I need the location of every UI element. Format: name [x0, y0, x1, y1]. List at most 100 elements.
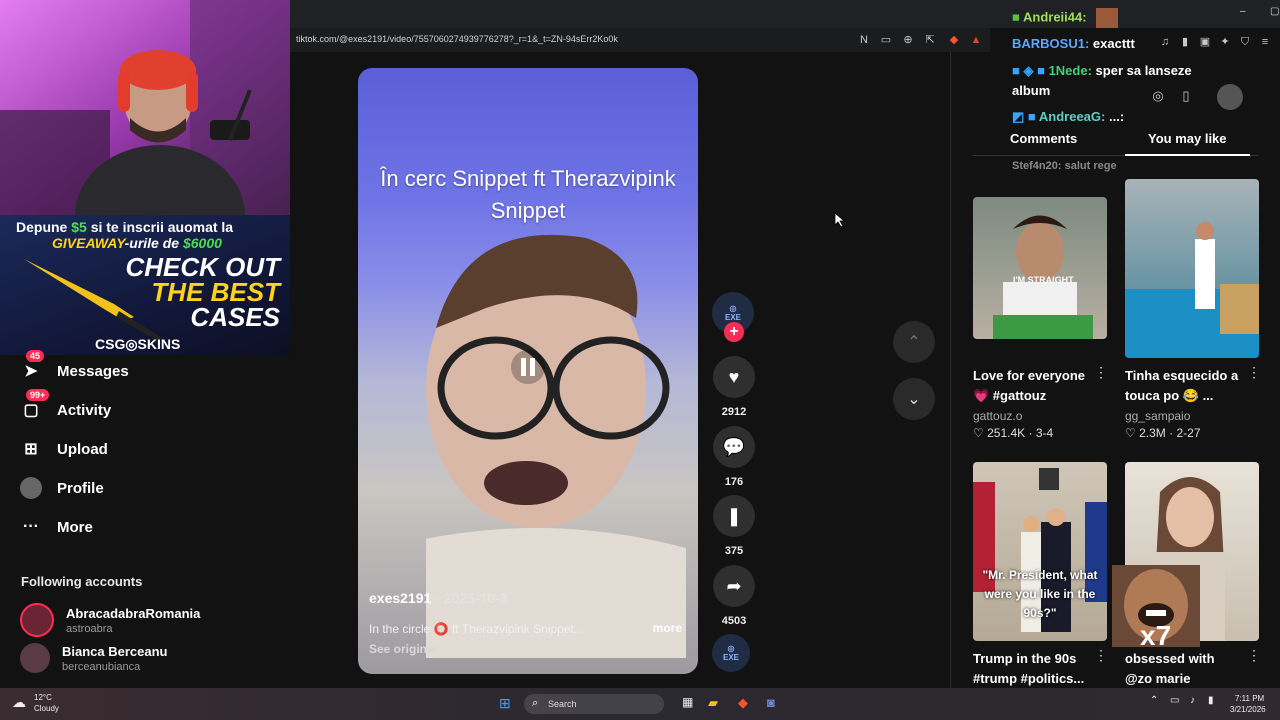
- video-thumbnail-image: [993, 215, 1093, 339]
- volume-icon[interactable]: ♪: [1190, 695, 1195, 706]
- more-options-icon[interactable]: ⋮: [1247, 647, 1261, 664]
- thumbnail-overlay-text: I'M STRAIGHT: [1013, 275, 1074, 285]
- bookmark-icon[interactable]: ❚: [713, 495, 755, 537]
- share-arrow-icon[interactable]: ➦: [713, 565, 755, 607]
- video-card-title[interactable]: Love for everyone 💗 #gattouz: [973, 366, 1093, 406]
- video-card-user[interactable]: gattouz.o: [973, 409, 1022, 423]
- chat-text: exacttt: [1092, 36, 1135, 51]
- previous-video-button[interactable]: ⌃: [893, 321, 935, 363]
- video-title-line-1: În cerc Snippet ft Therazvipink: [380, 166, 676, 191]
- chat-emote: [1096, 8, 1119, 28]
- video-card-title[interactable]: obsessed with @zo marie: [1125, 649, 1245, 689]
- chat-badge-icon: ■: [1012, 9, 1020, 25]
- like-action[interactable]: ♥ 2912: [712, 356, 756, 418]
- nav-more[interactable]: ··· More: [20, 516, 93, 538]
- more-dots-icon: ···: [23, 518, 39, 535]
- chat-text: salut rege: [1064, 160, 1117, 172]
- chat-text: ...:: [1108, 109, 1125, 124]
- nav-profile[interactable]: Profile: [20, 477, 104, 499]
- chat-badge-icon: ◩ ■: [1012, 109, 1036, 124]
- ad-brand-logo: CSG◎SKINS: [95, 336, 181, 352]
- following-account[interactable]: AbracadabraRomania astroabra: [20, 603, 200, 637]
- discord-icon[interactable]: ◙: [767, 695, 775, 710]
- pause-button[interactable]: [511, 350, 545, 384]
- heart-icon[interactable]: ♥: [713, 356, 755, 398]
- account-name: Bianca Berceanu: [62, 643, 168, 659]
- sponsor-banner: Depune $5 si te inscrii auomat la GIVEAW…: [0, 215, 290, 355]
- nav-label: Upload: [57, 440, 108, 458]
- windows-start-icon[interactable]: ⊞: [499, 695, 511, 712]
- file-explorer-icon[interactable]: ▰: [708, 695, 718, 711]
- cast-icon[interactable]: ▭: [879, 33, 893, 47]
- task-view-icon[interactable]: ▦: [682, 695, 693, 709]
- weather-temp[interactable]: 12°C: [34, 693, 52, 702]
- recommended-video-thumbnail[interactable]: I'M STRAIGHT: [973, 197, 1107, 339]
- comment-icon[interactable]: 💬: [713, 426, 755, 468]
- creator-avatar-button[interactable]: ◎ EXE +: [712, 292, 756, 342]
- comment-count: 176: [724, 476, 744, 488]
- share-icon[interactable]: ⇱: [923, 33, 937, 47]
- weather-desc[interactable]: Cloudy: [34, 704, 59, 713]
- chat-message: ◩ ■ AndreeaG: ...:: [1012, 109, 1124, 125]
- url-text[interactable]: tiktok.com/@exes2191/video/7557060274939…: [296, 34, 618, 44]
- account-name: AbracadabraRomania: [66, 605, 201, 621]
- chat-message: ■ ◈ ■ 1Nede: sper sa lanseze: [1012, 63, 1192, 79]
- video-card-title[interactable]: Tinha esquecido a touca po 😂 ...: [1125, 366, 1245, 406]
- stream-chat-overlay: ■ Andreii44: BARBOSU1: exacttt ■ ◈ ■ 1Ne…: [1008, 0, 1280, 180]
- nav-messages[interactable]: ➤ 45 Messages: [20, 350, 129, 382]
- mouse-cursor-icon: [835, 213, 845, 227]
- video-card-stats: ♡ 2.3M · 2-27: [1125, 426, 1201, 440]
- brave-shield-icon[interactable]: ◆: [947, 33, 961, 47]
- chat-text: album: [1012, 83, 1051, 98]
- search-placeholder: Search: [548, 699, 577, 709]
- avatar: [20, 643, 50, 673]
- zoom-icon[interactable]: ⊕: [901, 33, 915, 47]
- see-original-link[interactable]: See original: [369, 642, 437, 656]
- nav-upload[interactable]: ⊞ Upload: [20, 438, 108, 460]
- comment-action[interactable]: 💬 176: [712, 426, 756, 488]
- brave-browser-icon[interactable]: ◆: [738, 695, 748, 711]
- brave-rewards-icon[interactable]: ▲: [969, 33, 983, 47]
- nav-activity[interactable]: ▢ 99+ Activity: [20, 389, 112, 421]
- account-handle: astroabra: [66, 622, 113, 635]
- caption-more-button[interactable]: more: [653, 621, 682, 635]
- paper-plane-icon: ➤ 45: [20, 350, 45, 382]
- avatar-label: EXE: [724, 313, 741, 322]
- chat-username: BARBOSU1:: [1012, 36, 1090, 51]
- follow-plus-button[interactable]: +: [724, 322, 744, 342]
- next-video-button[interactable]: ⌄: [893, 378, 935, 420]
- more-options-icon[interactable]: ⋮: [1247, 364, 1261, 381]
- avatar-icon: ◎: [727, 644, 735, 653]
- recommended-video-thumbnail[interactable]: "Mr. President, what were you like in th…: [973, 462, 1107, 641]
- save-action[interactable]: ❚ 375: [712, 495, 756, 557]
- following-account[interactable]: Bianca Berceanu berceanubianca: [20, 643, 168, 673]
- translate-icon[interactable]: N: [857, 33, 871, 47]
- clock-date[interactable]: 3/21/2026: [1230, 705, 1266, 714]
- recommended-video-thumbnail[interactable]: [1125, 179, 1259, 358]
- more-options-icon[interactable]: ⋮: [1094, 647, 1108, 664]
- sound-avatar-button[interactable]: ◎ EXE: [712, 634, 756, 672]
- chevron-down-icon: ⌄: [907, 391, 921, 408]
- video-author[interactable]: exes2191: [369, 590, 431, 606]
- ad-line-2: GIVEAWAY-urile de $6000: [52, 235, 222, 251]
- video-date: · 2025-10-3: [435, 590, 508, 606]
- ad-line-1: Depune $5 si te inscrii auomat la: [16, 219, 234, 235]
- video-card-date: 2-27: [1176, 426, 1201, 440]
- clock-time[interactable]: 7:11 PM: [1235, 694, 1264, 703]
- video-card-user[interactable]: gg_sampaio: [1125, 409, 1190, 423]
- video-card-title[interactable]: Trump in the 90s #trump #politics...: [973, 649, 1093, 689]
- network-icon[interactable]: ▭: [1170, 695, 1179, 706]
- taskbar-search[interactable]: ⌕ Search: [524, 694, 664, 714]
- ad-headline: CHECK OUT THE BEST CASES: [125, 254, 280, 330]
- chat-text: sper sa lanseze: [1095, 63, 1192, 78]
- sound-avatar: ◎ EXE: [712, 634, 750, 672]
- search-icon: ⌕: [532, 697, 539, 709]
- video-player[interactable]: În cerc Snippet ft Therazvipink Snippet …: [358, 68, 698, 674]
- share-action[interactable]: ➦ 4503: [712, 565, 756, 627]
- pause-icon: [521, 358, 535, 376]
- tray-chevron-icon[interactable]: ⌃: [1150, 695, 1158, 706]
- more-options-icon[interactable]: ⋮: [1094, 364, 1108, 381]
- battery-icon[interactable]: ▮: [1208, 695, 1214, 706]
- cloud-icon: ☁: [12, 694, 26, 710]
- nav-label: Activity: [57, 401, 112, 419]
